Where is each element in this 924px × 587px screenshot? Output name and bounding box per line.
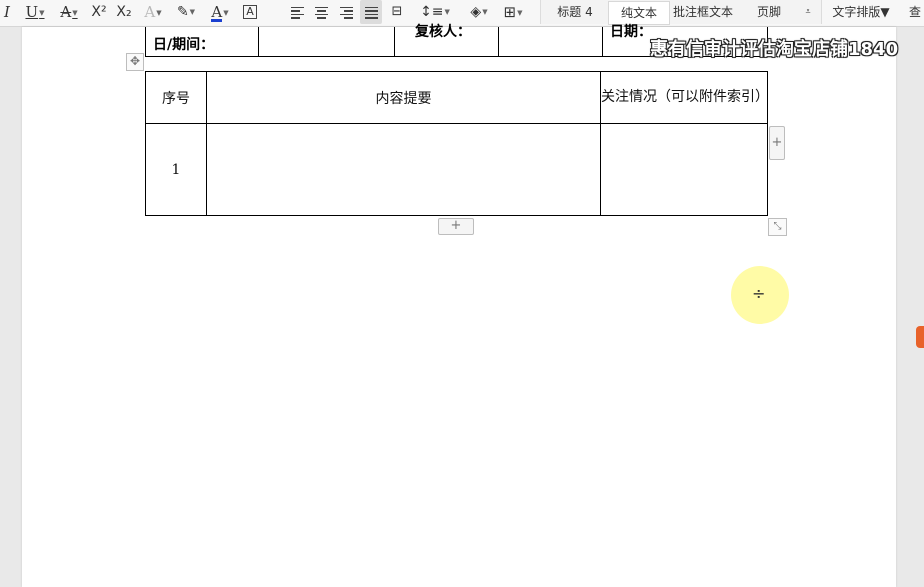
strikethrough-button[interactable]: A▼ — [54, 0, 84, 24]
style-comment-text-label: 批注框文本 — [672, 5, 733, 19]
style-gallery-more-button[interactable]: ⩡ — [800, 1, 816, 23]
watermark-text: 惠有信审计评估淘宝店铺1840 — [650, 39, 899, 60]
add-row-button[interactable]: + — [438, 218, 474, 235]
table-row: 1 — [145, 123, 768, 216]
table-resize-handle[interactable]: ⤡ — [768, 218, 787, 236]
header-cell-no[interactable]: 序号 — [145, 71, 207, 124]
chevron-down-icon: ▼ — [482, 8, 488, 16]
chevron-down-icon: ▼ — [72, 9, 78, 17]
chevron-down-icon: ▼ — [156, 9, 162, 17]
highlight-button[interactable]: ✎▼ — [172, 0, 200, 24]
header-attention-label: 关注情况（可以附件索引） — [601, 89, 769, 105]
table-border — [258, 27, 259, 56]
line-spacing-icon: ↕≡ — [420, 4, 444, 20]
table-border — [145, 27, 146, 56]
row-number: 1 — [171, 161, 181, 178]
italic-button[interactable]: I — [0, 0, 14, 24]
borders-icon: ⊞ — [503, 3, 517, 21]
content-table[interactable]: 序号 内容提要 关注情况（可以附件索引） 1 — [145, 71, 769, 216]
resize-icon: ⤡ — [773, 221, 782, 232]
justify-button[interactable] — [360, 0, 382, 24]
borders-button[interactable]: ⊞▼ — [498, 0, 528, 24]
plus-icon: + — [450, 218, 462, 233]
align-right-icon — [339, 5, 353, 21]
chevron-down-icon: ⩡ — [805, 7, 811, 17]
align-right-button[interactable] — [337, 0, 355, 24]
align-left-icon — [290, 5, 304, 21]
style-footer[interactable]: 页脚 — [742, 1, 796, 23]
table-move-handle[interactable]: ✥ — [126, 53, 144, 71]
underline-button[interactable]: U▼ — [20, 0, 50, 24]
reviewer-label: 复核人： — [415, 24, 471, 40]
find-label: 查 — [908, 5, 921, 19]
header-summary-label: 内容提要 — [375, 90, 432, 107]
style-footer-label: 页脚 — [756, 5, 781, 19]
row-resize-cursor-icon: ÷ — [752, 284, 766, 303]
header-cell-attention[interactable]: 关注情况（可以附件索引） — [600, 71, 769, 124]
chevron-down-icon: ▼ — [39, 9, 45, 17]
table-border — [602, 27, 603, 56]
date-label: 日期： — [610, 24, 652, 40]
align-center-icon — [314, 5, 328, 21]
chevron-down-icon: ▼ — [189, 8, 196, 16]
add-column-button[interactable]: + — [769, 126, 785, 160]
char-border-icon: A — [243, 5, 257, 19]
table-header-row: 序号 内容提要 关注情况（可以附件索引） — [145, 71, 769, 124]
align-center-button[interactable] — [312, 0, 330, 24]
align-left-button[interactable] — [288, 0, 306, 24]
text-layout-label: 文字排版 — [832, 5, 881, 19]
style-comment-text[interactable]: 批注框文本 — [670, 1, 736, 23]
highlighter-icon: ✎ — [176, 4, 189, 20]
header-cell-summary[interactable]: 内容提要 — [206, 71, 601, 124]
cell-no[interactable]: 1 — [145, 123, 207, 216]
paint-bucket-icon: ◈ — [470, 4, 482, 20]
subscript-icon: X₂ — [116, 4, 132, 20]
distributed-align-icon: ⊟ — [391, 4, 403, 19]
justify-icon — [364, 5, 378, 21]
superscript-button[interactable]: X² — [88, 0, 110, 24]
style-heading4[interactable]: 标题 4 — [546, 1, 604, 23]
distributed-button[interactable]: ⊟ — [387, 0, 407, 24]
table-border — [498, 27, 499, 56]
chevron-down-icon: ▼ — [880, 5, 890, 19]
text-layout-button[interactable]: 文字排版▼ — [826, 1, 896, 23]
text-effect-button[interactable]: A▼ — [140, 0, 166, 24]
chevron-down-icon: ▼ — [444, 8, 450, 16]
text-effect-icon: A — [144, 3, 156, 21]
strikethrough-icon: A — [60, 3, 72, 21]
char-border-button[interactable]: A — [240, 0, 260, 24]
underline-icon: U — [25, 3, 39, 21]
find-button[interactable]: 查 — [906, 1, 924, 23]
chevron-down-icon: ▼ — [223, 9, 229, 17]
font-color-button[interactable]: A▼ — [206, 0, 234, 24]
italic-icon: I — [4, 3, 10, 21]
cell-attention[interactable] — [600, 123, 768, 216]
superscript-icon: X² — [91, 4, 107, 20]
subscript-button[interactable]: X₂ — [113, 0, 135, 24]
date-period-label: 日/期间： — [153, 37, 215, 53]
side-panel-tab[interactable] — [916, 326, 924, 348]
chevron-down-icon: ▼ — [517, 8, 523, 17]
cell-summary[interactable] — [206, 123, 601, 216]
style-plain-text-label: 纯文本 — [620, 6, 657, 20]
header-no-label: 序号 — [162, 90, 190, 107]
move-icon: ✥ — [129, 54, 141, 68]
table-border — [394, 27, 395, 56]
style-heading4-label: 标题 4 — [557, 5, 593, 19]
font-color-icon: A — [211, 3, 223, 22]
plus-icon: + — [771, 135, 783, 150]
